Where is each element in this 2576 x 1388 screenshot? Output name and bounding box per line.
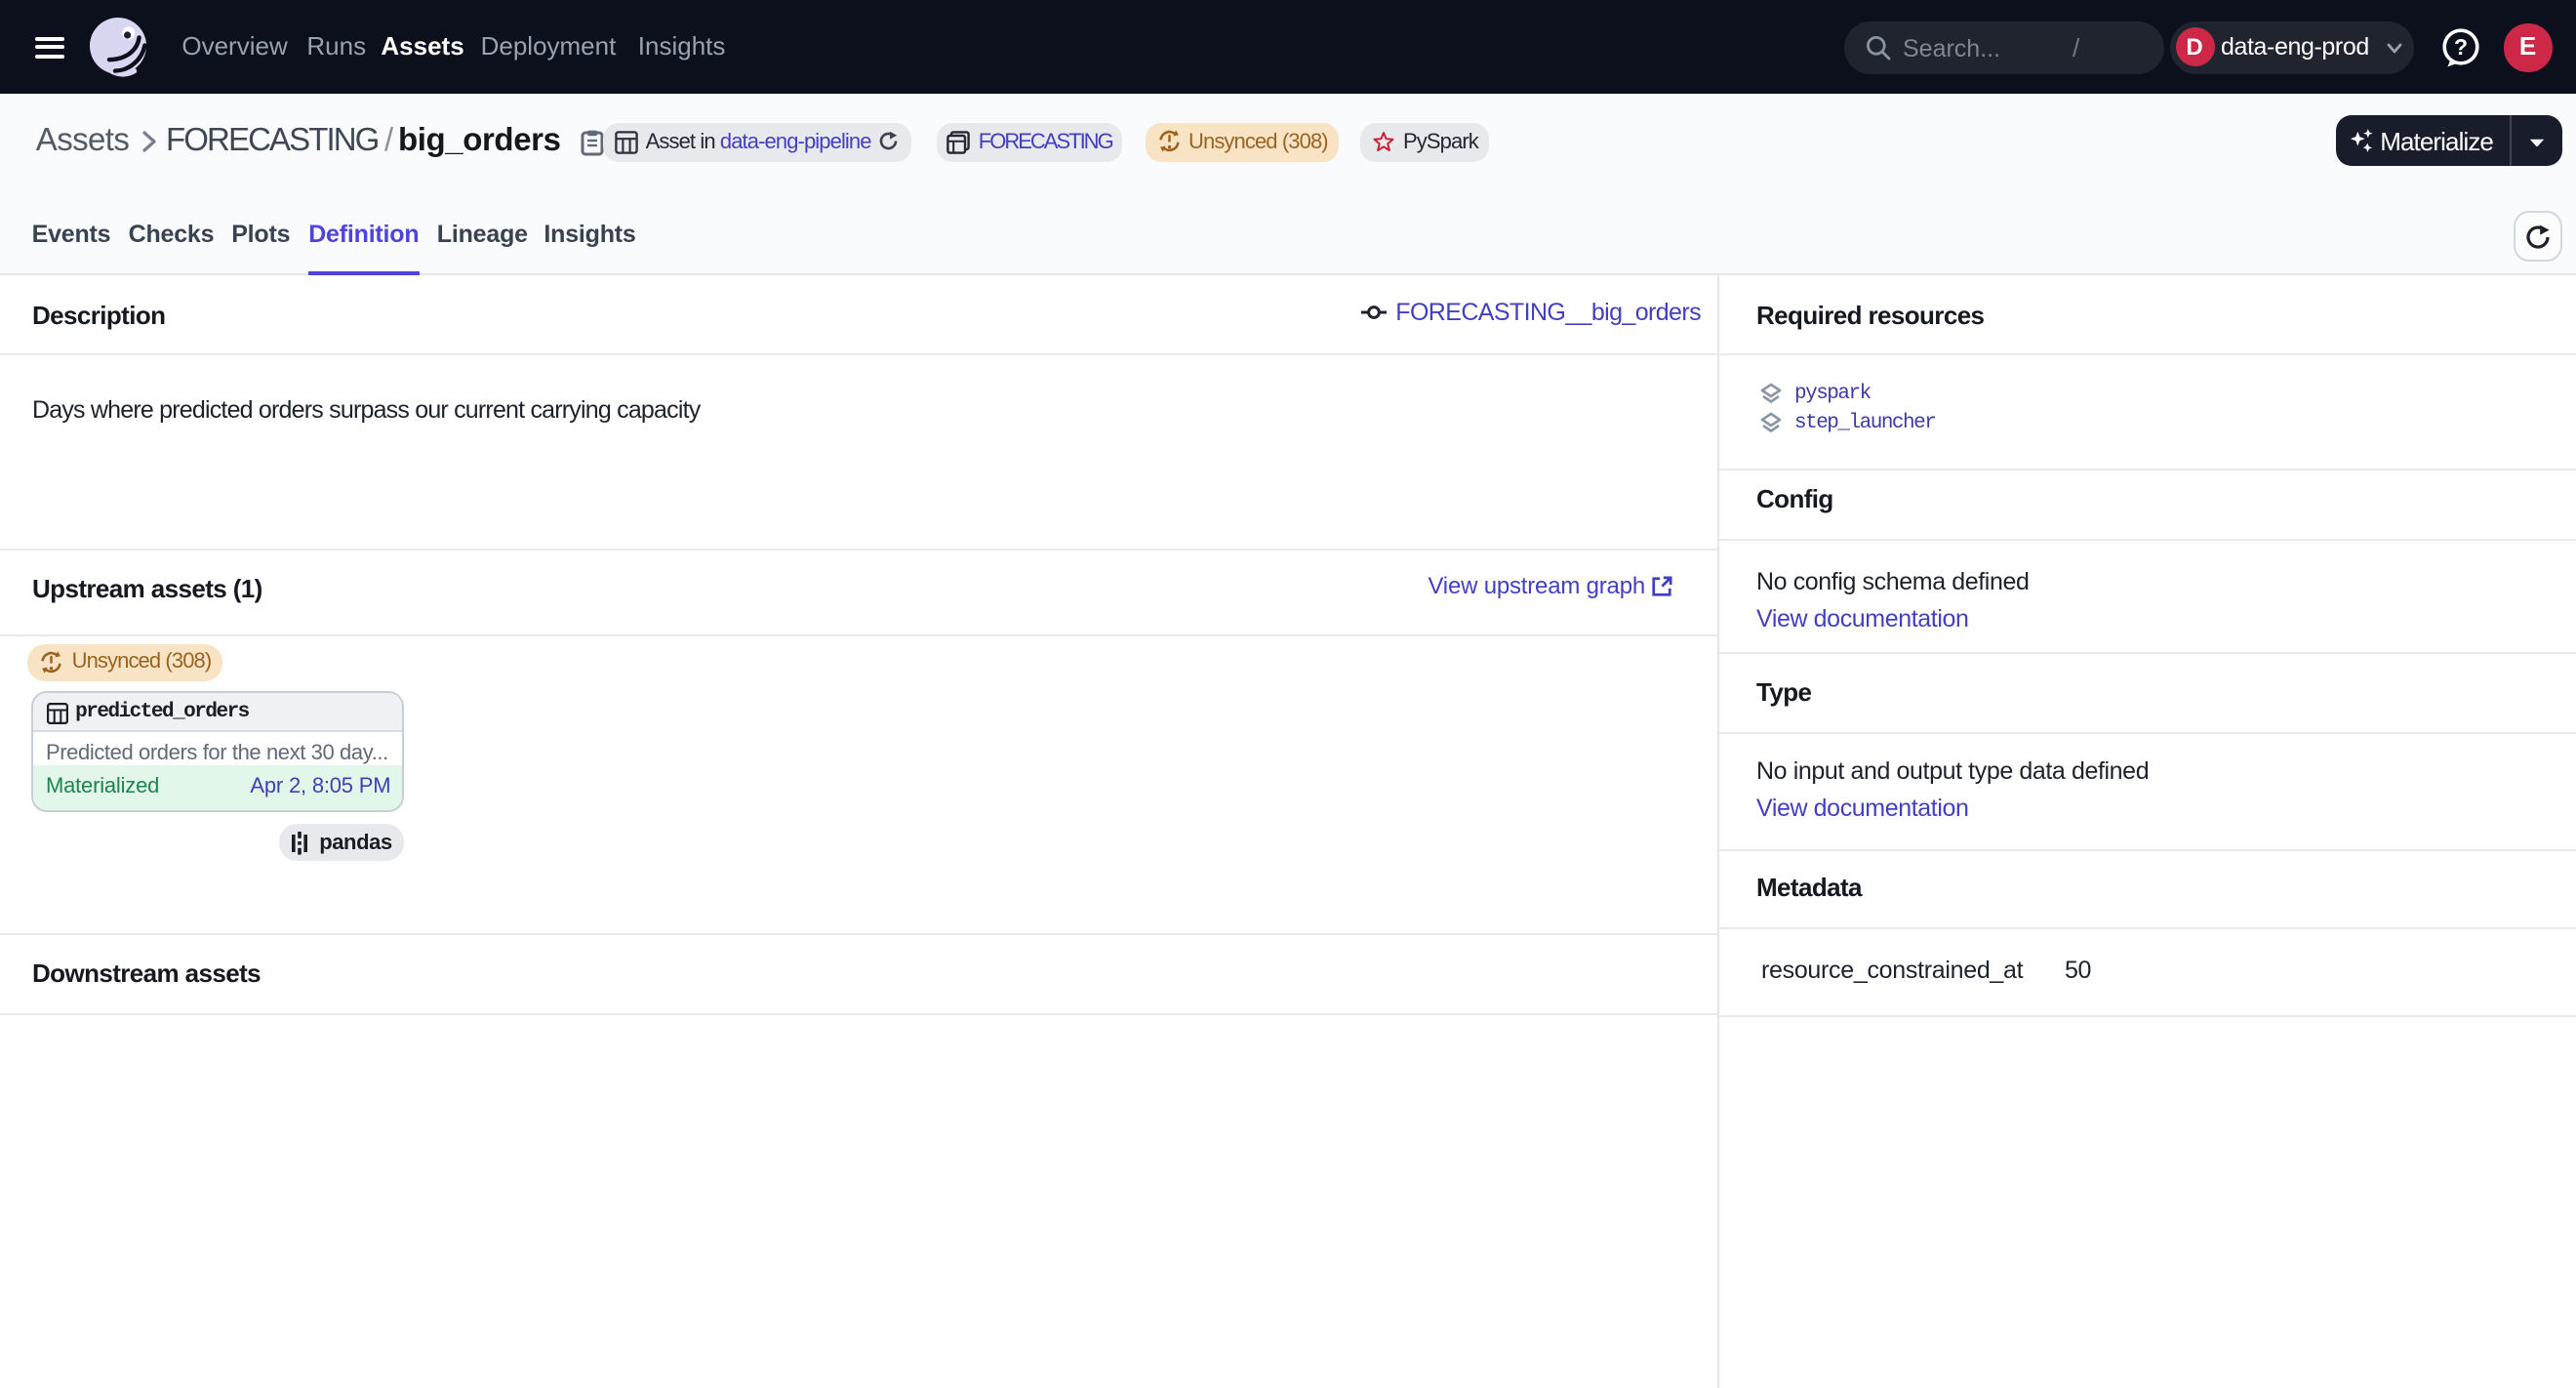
svg-text:?: ? <box>2454 34 2468 60</box>
